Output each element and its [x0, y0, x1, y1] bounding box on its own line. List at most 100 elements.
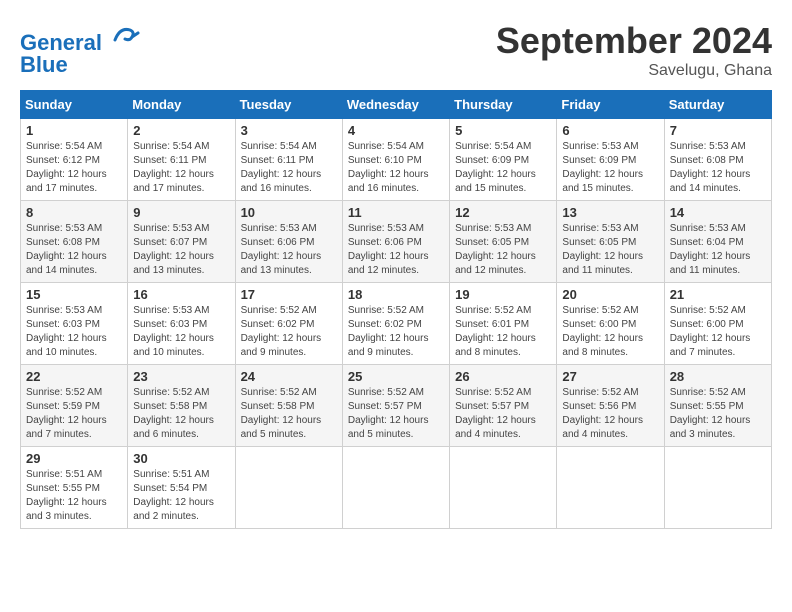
- day-number: 17: [241, 287, 337, 302]
- day-info: Sunrise: 5:54 AM Sunset: 6:11 PM Dayligh…: [133, 140, 229, 196]
- day-number: 7: [670, 123, 766, 138]
- calendar-cell: [664, 447, 771, 529]
- calendar-cell: 21 Sunrise: 5:52 AM Sunset: 6:00 PM Dayl…: [664, 283, 771, 365]
- calendar-cell: 15 Sunrise: 5:53 AM Sunset: 6:03 PM Dayl…: [21, 283, 128, 365]
- calendar-cell: [450, 447, 557, 529]
- calendar-cell: 28 Sunrise: 5:52 AM Sunset: 5:55 PM Dayl…: [664, 365, 771, 447]
- day-number: 13: [562, 205, 658, 220]
- day-number: 1: [26, 123, 122, 138]
- day-number: 3: [241, 123, 337, 138]
- calendar-header-tuesday: Tuesday: [235, 91, 342, 119]
- calendar-cell: 25 Sunrise: 5:52 AM Sunset: 5:57 PM Dayl…: [342, 365, 449, 447]
- calendar-cell: 5 Sunrise: 5:54 AM Sunset: 6:09 PM Dayli…: [450, 119, 557, 201]
- day-info: Sunrise: 5:53 AM Sunset: 6:04 PM Dayligh…: [670, 222, 766, 278]
- calendar-week-row: 22 Sunrise: 5:52 AM Sunset: 5:59 PM Dayl…: [21, 365, 772, 447]
- day-number: 2: [133, 123, 229, 138]
- calendar-cell: 8 Sunrise: 5:53 AM Sunset: 6:08 PM Dayli…: [21, 201, 128, 283]
- day-info: Sunrise: 5:52 AM Sunset: 6:00 PM Dayligh…: [670, 304, 766, 360]
- day-info: Sunrise: 5:52 AM Sunset: 5:55 PM Dayligh…: [670, 386, 766, 442]
- day-number: 14: [670, 205, 766, 220]
- calendar-cell: 30 Sunrise: 5:51 AM Sunset: 5:54 PM Dayl…: [128, 447, 235, 529]
- day-number: 24: [241, 369, 337, 384]
- day-number: 9: [133, 205, 229, 220]
- day-number: 30: [133, 451, 229, 466]
- calendar-week-row: 8 Sunrise: 5:53 AM Sunset: 6:08 PM Dayli…: [21, 201, 772, 283]
- calendar-cell: 1 Sunrise: 5:54 AM Sunset: 6:12 PM Dayli…: [21, 119, 128, 201]
- day-info: Sunrise: 5:54 AM Sunset: 6:11 PM Dayligh…: [241, 140, 337, 196]
- calendar-cell: 27 Sunrise: 5:52 AM Sunset: 5:56 PM Dayl…: [557, 365, 664, 447]
- calendar-cell: 4 Sunrise: 5:54 AM Sunset: 6:10 PM Dayli…: [342, 119, 449, 201]
- calendar-week-row: 15 Sunrise: 5:53 AM Sunset: 6:03 PM Dayl…: [21, 283, 772, 365]
- calendar-cell: 16 Sunrise: 5:53 AM Sunset: 6:03 PM Dayl…: [128, 283, 235, 365]
- day-info: Sunrise: 5:53 AM Sunset: 6:09 PM Dayligh…: [562, 140, 658, 196]
- calendar-cell: 10 Sunrise: 5:53 AM Sunset: 6:06 PM Dayl…: [235, 201, 342, 283]
- calendar-cell: 9 Sunrise: 5:53 AM Sunset: 6:07 PM Dayli…: [128, 201, 235, 283]
- calendar-header-row: SundayMondayTuesdayWednesdayThursdayFrid…: [21, 91, 772, 119]
- day-number: 4: [348, 123, 444, 138]
- calendar-header-wednesday: Wednesday: [342, 91, 449, 119]
- day-info: Sunrise: 5:52 AM Sunset: 5:59 PM Dayligh…: [26, 386, 122, 442]
- day-number: 10: [241, 205, 337, 220]
- day-info: Sunrise: 5:53 AM Sunset: 6:05 PM Dayligh…: [562, 222, 658, 278]
- location-subtitle: Savelugu, Ghana: [496, 62, 772, 80]
- day-info: Sunrise: 5:53 AM Sunset: 6:05 PM Dayligh…: [455, 222, 551, 278]
- day-info: Sunrise: 5:54 AM Sunset: 6:12 PM Dayligh…: [26, 140, 122, 196]
- day-info: Sunrise: 5:52 AM Sunset: 5:57 PM Dayligh…: [348, 386, 444, 442]
- logo-icon: [110, 20, 140, 50]
- day-info: Sunrise: 5:52 AM Sunset: 6:01 PM Dayligh…: [455, 304, 551, 360]
- logo-text-blue: Blue: [20, 52, 68, 77]
- day-info: Sunrise: 5:52 AM Sunset: 6:02 PM Dayligh…: [348, 304, 444, 360]
- calendar-cell: 20 Sunrise: 5:52 AM Sunset: 6:00 PM Dayl…: [557, 283, 664, 365]
- calendar-cell: 29 Sunrise: 5:51 AM Sunset: 5:55 PM Dayl…: [21, 447, 128, 529]
- day-info: Sunrise: 5:53 AM Sunset: 6:06 PM Dayligh…: [241, 222, 337, 278]
- title-area: September 2024 Savelugu, Ghana: [496, 20, 772, 80]
- calendar-cell: 13 Sunrise: 5:53 AM Sunset: 6:05 PM Dayl…: [557, 201, 664, 283]
- calendar-body: 1 Sunrise: 5:54 AM Sunset: 6:12 PM Dayli…: [21, 119, 772, 529]
- calendar-cell: [557, 447, 664, 529]
- day-number: 20: [562, 287, 658, 302]
- calendar-cell: 12 Sunrise: 5:53 AM Sunset: 6:05 PM Dayl…: [450, 201, 557, 283]
- day-number: 29: [26, 451, 122, 466]
- day-info: Sunrise: 5:53 AM Sunset: 6:03 PM Dayligh…: [133, 304, 229, 360]
- calendar-cell: 14 Sunrise: 5:53 AM Sunset: 6:04 PM Dayl…: [664, 201, 771, 283]
- day-info: Sunrise: 5:54 AM Sunset: 6:10 PM Dayligh…: [348, 140, 444, 196]
- day-number: 23: [133, 369, 229, 384]
- day-number: 15: [26, 287, 122, 302]
- day-number: 22: [26, 369, 122, 384]
- day-info: Sunrise: 5:53 AM Sunset: 6:08 PM Dayligh…: [26, 222, 122, 278]
- calendar-cell: [235, 447, 342, 529]
- calendar-header-sunday: Sunday: [21, 91, 128, 119]
- month-title: September 2024: [496, 20, 772, 62]
- day-info: Sunrise: 5:51 AM Sunset: 5:54 PM Dayligh…: [133, 468, 229, 524]
- day-number: 26: [455, 369, 551, 384]
- calendar-cell: 3 Sunrise: 5:54 AM Sunset: 6:11 PM Dayli…: [235, 119, 342, 201]
- calendar-cell: [342, 447, 449, 529]
- day-info: Sunrise: 5:53 AM Sunset: 6:06 PM Dayligh…: [348, 222, 444, 278]
- day-info: Sunrise: 5:52 AM Sunset: 6:00 PM Dayligh…: [562, 304, 658, 360]
- day-number: 12: [455, 205, 551, 220]
- day-info: Sunrise: 5:53 AM Sunset: 6:08 PM Dayligh…: [670, 140, 766, 196]
- day-number: 25: [348, 369, 444, 384]
- calendar-cell: 22 Sunrise: 5:52 AM Sunset: 5:59 PM Dayl…: [21, 365, 128, 447]
- calendar-cell: 6 Sunrise: 5:53 AM Sunset: 6:09 PM Dayli…: [557, 119, 664, 201]
- calendar-header-monday: Monday: [128, 91, 235, 119]
- calendar-week-row: 29 Sunrise: 5:51 AM Sunset: 5:55 PM Dayl…: [21, 447, 772, 529]
- day-number: 21: [670, 287, 766, 302]
- calendar-week-row: 1 Sunrise: 5:54 AM Sunset: 6:12 PM Dayli…: [21, 119, 772, 201]
- day-info: Sunrise: 5:54 AM Sunset: 6:09 PM Dayligh…: [455, 140, 551, 196]
- day-number: 6: [562, 123, 658, 138]
- day-info: Sunrise: 5:52 AM Sunset: 5:56 PM Dayligh…: [562, 386, 658, 442]
- day-info: Sunrise: 5:53 AM Sunset: 6:07 PM Dayligh…: [133, 222, 229, 278]
- calendar-cell: 18 Sunrise: 5:52 AM Sunset: 6:02 PM Dayl…: [342, 283, 449, 365]
- day-number: 28: [670, 369, 766, 384]
- calendar-header-saturday: Saturday: [664, 91, 771, 119]
- header: General Blue September 2024 Savelugu, Gh…: [20, 20, 772, 80]
- calendar-cell: 26 Sunrise: 5:52 AM Sunset: 5:57 PM Dayl…: [450, 365, 557, 447]
- calendar-cell: 11 Sunrise: 5:53 AM Sunset: 6:06 PM Dayl…: [342, 201, 449, 283]
- day-number: 16: [133, 287, 229, 302]
- calendar: SundayMondayTuesdayWednesdayThursdayFrid…: [20, 90, 772, 529]
- day-number: 5: [455, 123, 551, 138]
- calendar-header-friday: Friday: [557, 91, 664, 119]
- day-info: Sunrise: 5:52 AM Sunset: 5:57 PM Dayligh…: [455, 386, 551, 442]
- logo: General Blue: [20, 20, 140, 76]
